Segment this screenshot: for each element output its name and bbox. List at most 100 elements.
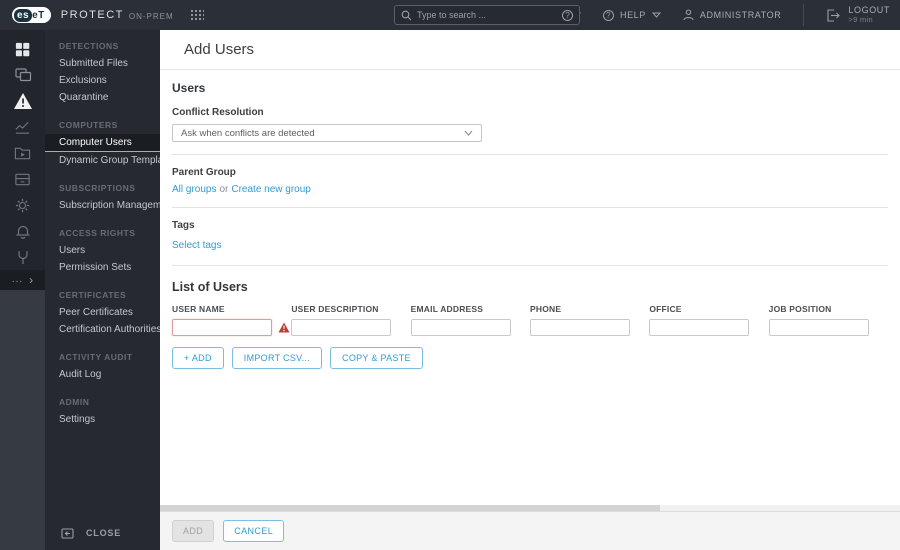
more-menu-button[interactable]: ... ›	[0, 270, 45, 290]
chevron-down-icon	[464, 130, 473, 136]
form-content: Users Conflict Resolution Ask when confl…	[160, 70, 900, 550]
sidebar-item-subscription-management[interactable]: Subscription Management	[45, 197, 160, 214]
eset-logo-right: eT	[32, 9, 45, 21]
icon-rail: ... ›	[0, 30, 45, 550]
select-tags-link[interactable]: Select tags	[172, 240, 221, 251]
sidebar-item-exclusions[interactable]: Exclusions	[45, 72, 160, 89]
help-label: HELP	[619, 10, 646, 20]
column-header-user-description: USER DESCRIPTION	[291, 304, 379, 314]
column-header-office: OFFICE	[649, 304, 682, 314]
cell-phone	[529, 319, 649, 336]
column-header-phone: PHONE	[529, 304, 562, 314]
sidebar-section-header-detections: DETECTIONS	[59, 41, 119, 51]
notifications-icon[interactable]	[0, 218, 45, 244]
user-description-input[interactable]	[291, 319, 392, 336]
sidebar-section-header-admin: ADMIN	[59, 397, 90, 407]
section-divider	[172, 207, 888, 208]
product-name: PROTECT	[60, 9, 124, 21]
apps-grid-icon[interactable]	[190, 9, 204, 21]
sidebar-item-users[interactable]: Users	[45, 242, 160, 259]
search-icon	[401, 10, 412, 20]
sidebar-close-button[interactable]: CLOSE	[45, 516, 160, 550]
eset-protect-console: es eT PROTECT ON-PREM ? QUICK LINKS	[0, 0, 900, 550]
users-table-row	[172, 319, 888, 336]
eset-logo-left: es	[14, 8, 33, 22]
main-panel: Add Users Users Conflict Resolution Ask …	[160, 30, 900, 550]
or-text: or	[219, 184, 229, 195]
footer-action-bar: ADD CANCEL	[160, 511, 900, 550]
sidebar-section-header-subscriptions: SUBSCRIPTIONS	[59, 183, 136, 193]
sidebar-item-settings[interactable]: Settings	[45, 411, 160, 428]
installers-icon[interactable]	[0, 166, 45, 192]
search-input[interactable]	[417, 10, 562, 20]
sidebar-item-computer-users[interactable]: Computer Users	[45, 134, 160, 152]
create-new-group-link[interactable]: Create new group	[231, 184, 311, 195]
cell-office	[649, 319, 768, 336]
conflict-resolution-select[interactable]: Ask when conflicts are detected	[172, 124, 482, 142]
help-icon: ?	[602, 9, 614, 21]
page-title-bar: Add Users	[160, 30, 900, 70]
detections-icon[interactable]	[0, 88, 45, 114]
job-position-input[interactable]	[768, 319, 869, 336]
office-input[interactable]	[649, 319, 750, 336]
sidebar-item-audit-log[interactable]: Audit Log	[45, 366, 160, 383]
section-divider	[172, 265, 888, 266]
search-help-icon[interactable]: ?	[562, 9, 573, 21]
import-csv-button[interactable]: IMPORT CSV...	[231, 347, 323, 369]
sidebar: DETECTIONS Submitted Files Exclusions Quara…	[45, 30, 160, 550]
status-icon[interactable]	[0, 244, 45, 270]
cell-user-name	[172, 319, 291, 336]
user-name-input[interactable]	[172, 319, 272, 336]
logout-button[interactable]: LOGOUT >9 min	[826, 5, 890, 25]
sidebar-item-certification-authorities[interactable]: Certification Authorities	[45, 321, 160, 338]
phone-input[interactable]	[529, 319, 630, 336]
global-search: ?	[394, 5, 580, 25]
cell-job-position	[768, 319, 888, 336]
sidebar-sections: DETECTIONS Submitted Files Exclusions Quara…	[45, 36, 160, 516]
sidebar-item-quarantine[interactable]: Quarantine	[45, 89, 160, 106]
sidebar-item-peer-certificates[interactable]: Peer Certificates	[45, 304, 160, 321]
column-header-job-position: JOB POSITION	[768, 304, 832, 314]
sidebar-section-header-certificates: CERTIFICATES	[59, 290, 127, 300]
add-row-button[interactable]: + ADD	[172, 347, 224, 369]
page-title: Add Users	[184, 41, 255, 58]
all-groups-link[interactable]: All groups	[172, 184, 216, 195]
validation-warning-icon	[278, 322, 290, 333]
add-button[interactable]: ADD	[172, 520, 215, 542]
computers-icon[interactable]	[0, 62, 45, 88]
dashboard-icon[interactable]	[0, 36, 45, 62]
cell-email-address	[410, 319, 530, 336]
help-menu[interactable]: ? HELP	[602, 9, 661, 21]
collapse-icon	[61, 527, 74, 539]
sidebar-section-header-access-rights: ACCESS RIGHTS	[59, 228, 136, 238]
sidebar-item-dynamic-group-templates[interactable]: Dynamic Group Templates	[45, 152, 160, 169]
column-header-email-address: EMAIL ADDRESS	[410, 304, 484, 314]
sidebar-item-submitted-files[interactable]: Submitted Files	[45, 55, 160, 72]
product-edition: ON-PREM	[128, 11, 174, 21]
policies-icon[interactable]	[0, 192, 45, 218]
topbar-divider	[803, 4, 805, 26]
sidebar-item-permission-sets[interactable]: Permission Sets	[45, 259, 160, 276]
conflict-resolution-label: Conflict Resolution	[172, 107, 264, 118]
users-section-heading: Users	[172, 81, 206, 95]
logout-icon	[827, 8, 841, 22]
sidebar-section-header-computers: COMPUTERS	[59, 120, 118, 130]
copy-paste-button[interactable]: COPY & PASTE	[330, 347, 423, 369]
user-label: ADMINISTRATOR	[699, 10, 782, 20]
more-icon: ...	[11, 274, 24, 285]
email-address-input[interactable]	[410, 319, 511, 336]
section-divider	[172, 154, 888, 155]
users-table-header: USER NAME USER DESCRIPTION EMAIL ADDRESS PH…	[172, 304, 888, 314]
tasks-icon[interactable]	[0, 140, 45, 166]
user-menu[interactable]: ADMINISTRATOR	[683, 9, 781, 21]
eset-logo: es eT	[12, 7, 51, 23]
conflict-resolution-value: Ask when conflicts are detected	[181, 127, 315, 139]
cancel-button[interactable]: CANCEL	[223, 520, 285, 542]
logout-label: LOGOUT	[848, 5, 890, 15]
column-header-user-name: USER NAME	[172, 304, 225, 314]
logout-timer: >9 min	[848, 15, 873, 24]
user-icon	[683, 9, 694, 21]
reports-icon[interactable]	[0, 114, 45, 140]
parent-group-label: Parent Group	[172, 167, 236, 178]
expand-icon: ›	[29, 273, 34, 287]
